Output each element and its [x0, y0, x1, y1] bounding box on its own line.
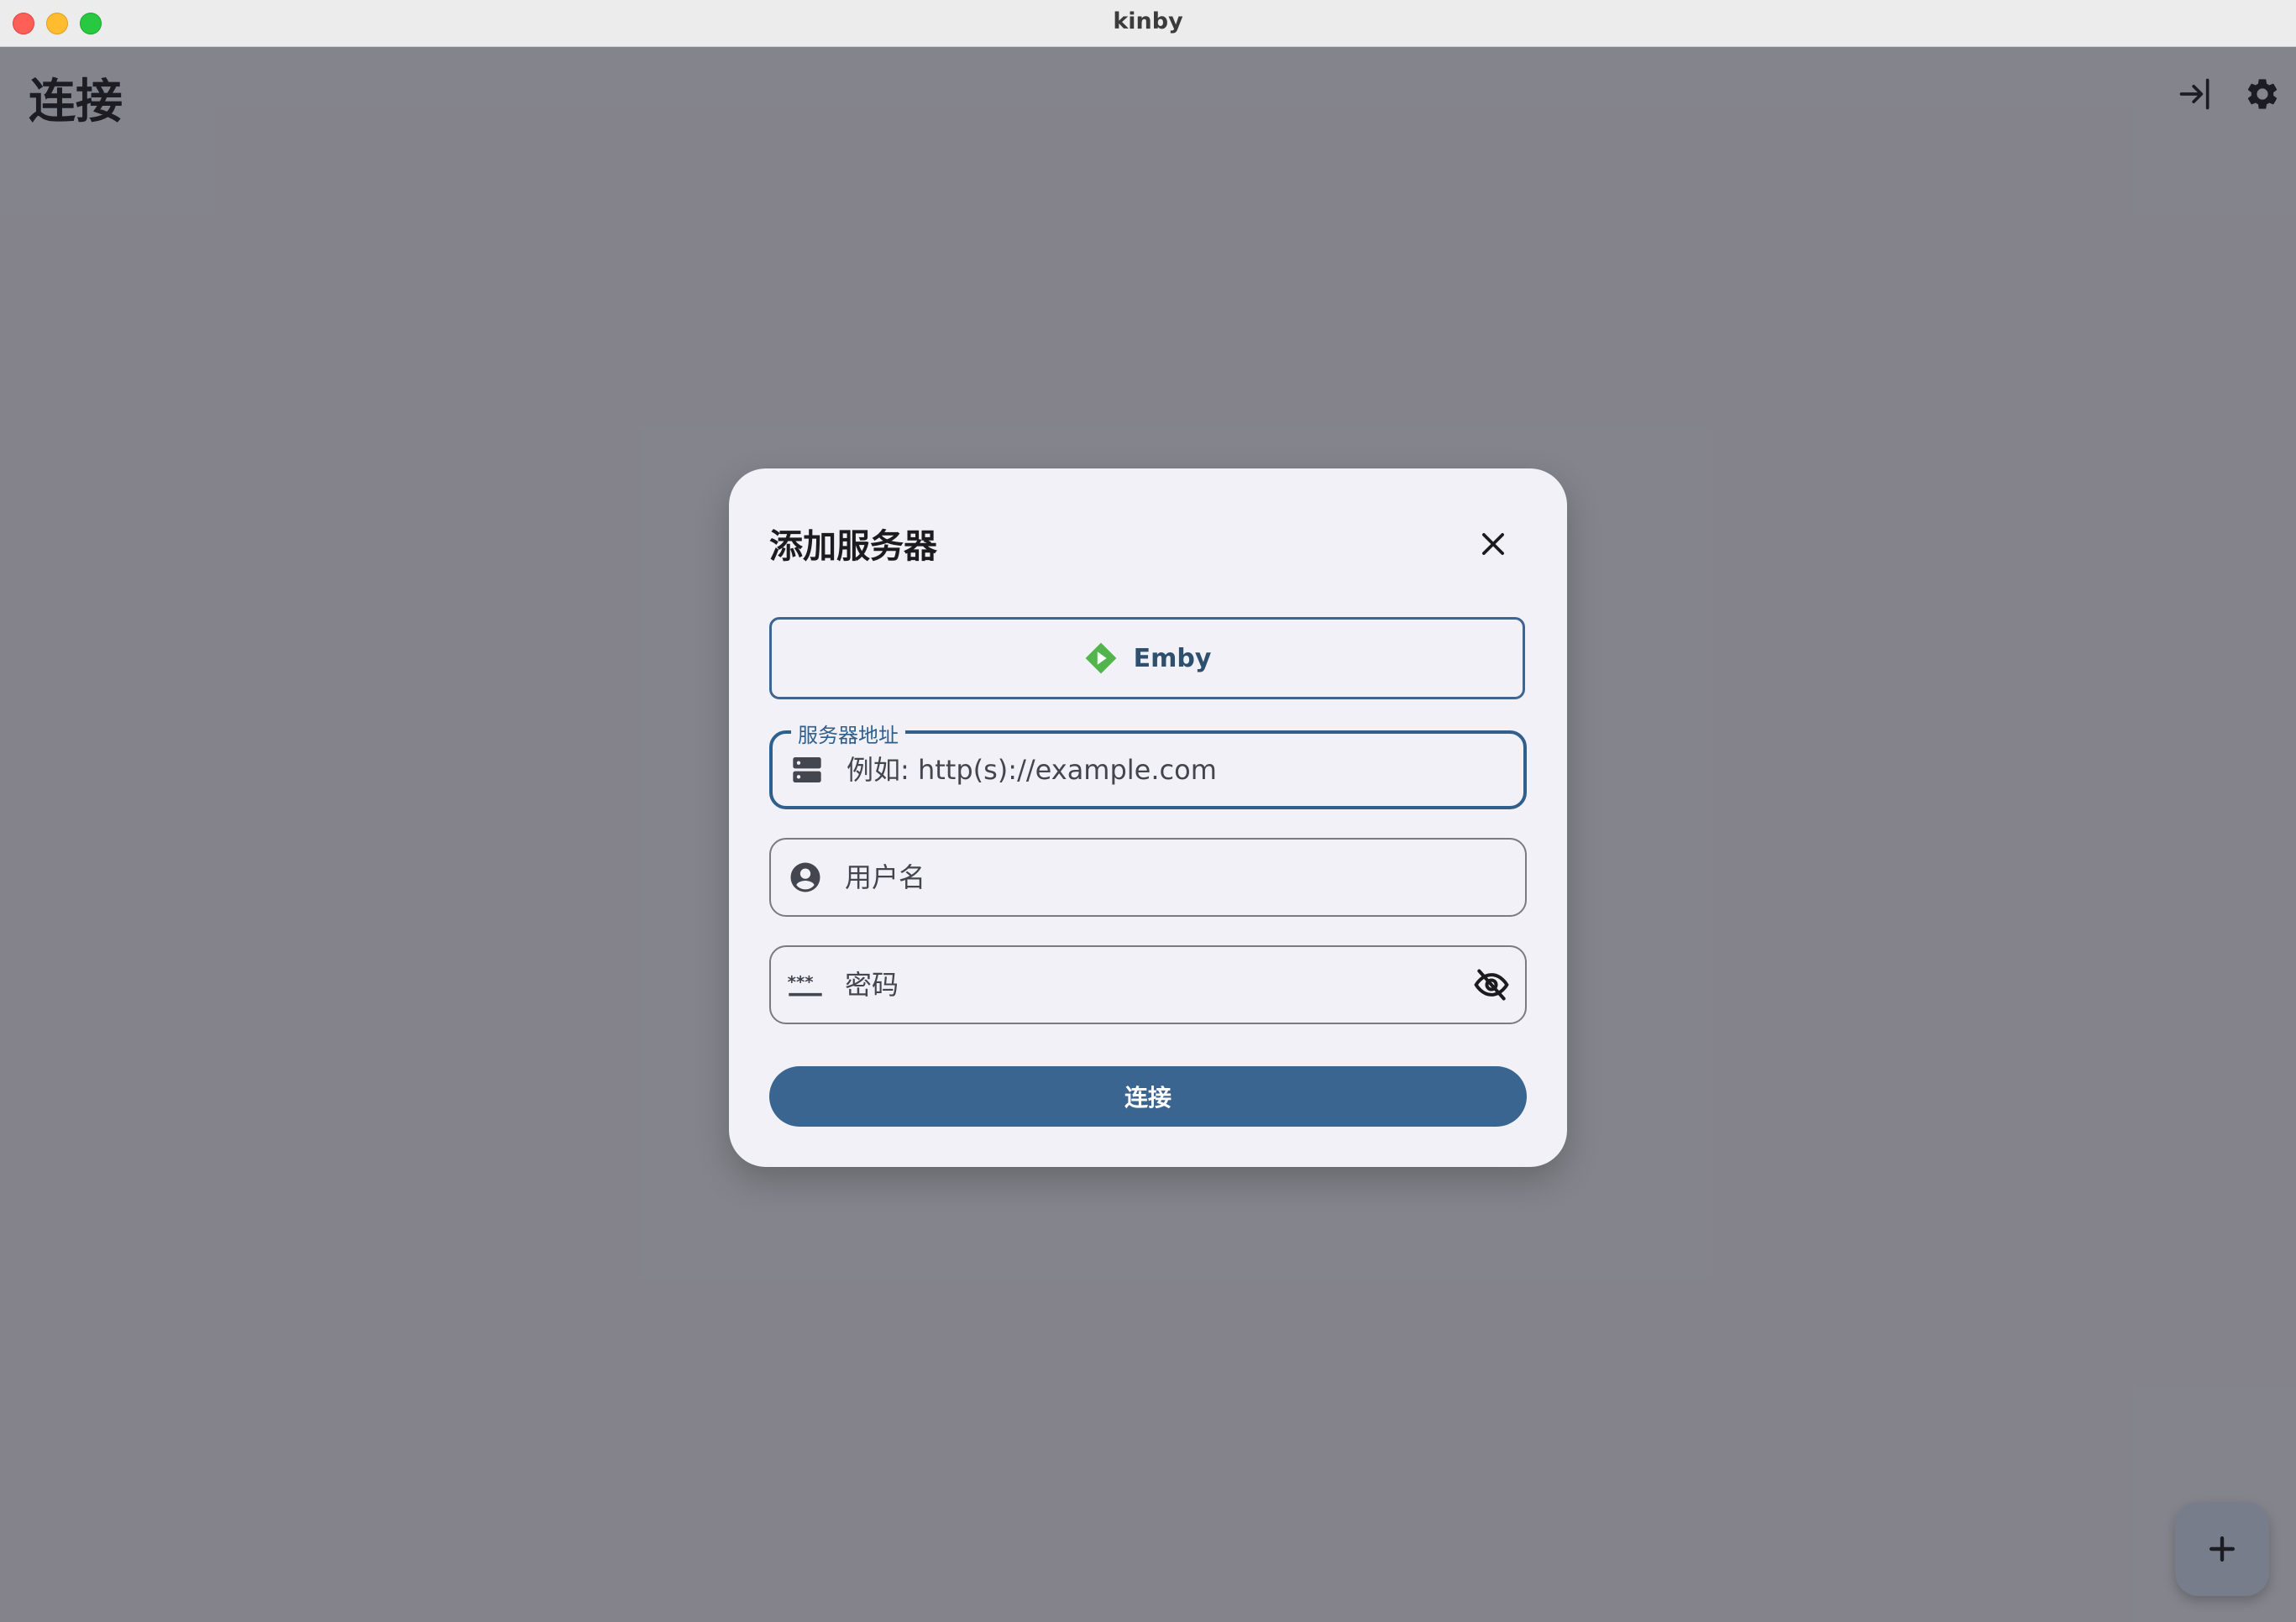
username-field[interactable]	[769, 838, 1527, 917]
window-title: kinby	[1113, 8, 1183, 34]
password-field[interactable]: ***	[769, 945, 1527, 1024]
password-input[interactable]	[843, 959, 1466, 1011]
close-icon	[1482, 533, 1504, 555]
server-address-field[interactable]: 服务器地址	[769, 719, 1527, 809]
server-type-button[interactable]: Emby	[769, 617, 1525, 699]
server-address-input[interactable]	[845, 744, 1523, 796]
svg-text:***: ***	[788, 972, 814, 992]
username-input[interactable]	[843, 851, 1525, 903]
account-circle-icon	[784, 856, 826, 898]
add-server-dialog: 添加服务器 Emby 服务器地址 例如: http(s)://example.c…	[729, 468, 1567, 1167]
dialog-title: 添加服务器	[769, 527, 937, 566]
window-titlebar: kinby	[0, 0, 2296, 47]
server-address-label: 服务器地址	[791, 719, 905, 748]
visibility-off-button[interactable]	[1466, 960, 1517, 1010]
server-icon	[786, 749, 828, 791]
server-type-label: Emby	[1133, 643, 1212, 673]
dialog-close-button[interactable]	[1468, 519, 1518, 569]
emby-logo-icon	[1085, 642, 1116, 674]
connect-button[interactable]: 连接	[769, 1066, 1527, 1127]
visibility-off-icon	[1474, 969, 1509, 1001]
password-icon: ***	[784, 964, 826, 1006]
